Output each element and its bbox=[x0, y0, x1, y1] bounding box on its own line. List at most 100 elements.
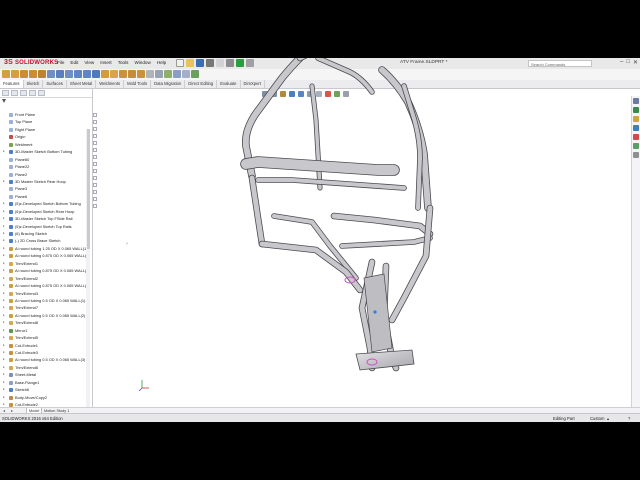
expand-arrow-icon[interactable]: ▸ bbox=[3, 208, 5, 215]
feature-tree-item[interactable]: ▸ 3D-Master Sketch Bottom Tubing bbox=[0, 148, 90, 155]
expand-arrow-icon[interactable]: ▸ bbox=[3, 386, 5, 393]
menu-file[interactable]: File bbox=[57, 60, 64, 65]
extruded-cut-icon[interactable] bbox=[47, 70, 55, 78]
cross-member-tube[interactable] bbox=[241, 157, 399, 175]
expand-arrow-icon[interactable]: ▸ bbox=[3, 319, 5, 326]
lofted-boss-icon[interactable] bbox=[29, 70, 37, 78]
expand-arrow-icon[interactable]: ▸ bbox=[3, 304, 5, 311]
feature-tree-item[interactable]: ▸ Al round tubing 0.875 OD X 0.065 WALL(1… bbox=[0, 267, 90, 274]
expand-arrow-icon[interactable]: ▸ bbox=[3, 230, 5, 237]
forum-icon[interactable] bbox=[633, 152, 639, 158]
top-rail-tube[interactable] bbox=[316, 58, 374, 94]
front-mounting-plate[interactable] bbox=[355, 349, 415, 371]
sketch-point-icon[interactable] bbox=[373, 310, 377, 314]
collapse-panel-icon[interactable]: › bbox=[126, 241, 128, 247]
feature-tree-item[interactable]: Weldment bbox=[0, 141, 90, 148]
tab-surfaces[interactable]: Surfaces bbox=[43, 80, 67, 88]
expand-arrow-icon[interactable]: ▸ bbox=[3, 245, 5, 252]
expand-arrow-icon[interactable]: ▸ bbox=[3, 282, 5, 289]
lower-left-tube[interactable] bbox=[249, 175, 265, 247]
expand-arrow-icon[interactable]: ▸ bbox=[3, 275, 5, 282]
feature-tree-item[interactable]: Front Plane bbox=[0, 111, 90, 118]
revolved-cut-icon[interactable] bbox=[65, 70, 73, 78]
expand-arrow-icon[interactable]: ▸ bbox=[3, 237, 5, 244]
expand-arrow-icon[interactable]: ▸ bbox=[3, 371, 5, 378]
solidworks-logo[interactable]: 3S SOLIDWORKS bbox=[4, 59, 58, 66]
expand-arrow-icon[interactable]: ▸ bbox=[3, 342, 5, 349]
feature-tree-item[interactable]: Plane2 bbox=[0, 171, 90, 178]
feature-tree-item[interactable]: ▸ 3D-Master Sketch Top FSide Rail bbox=[0, 215, 90, 222]
lofted-cut-icon[interactable] bbox=[83, 70, 91, 78]
swept-cut-icon[interactable] bbox=[74, 70, 82, 78]
expand-arrow-icon[interactable]: ▸ bbox=[3, 364, 5, 371]
units-dropdown-icon[interactable]: ▴ bbox=[607, 416, 609, 421]
feature-tree-item[interactable]: ▸ Sheet-Metal bbox=[0, 371, 90, 378]
expand-arrow-icon[interactable]: ▸ bbox=[3, 334, 5, 341]
expand-arrow-icon[interactable]: ▸ bbox=[3, 349, 5, 356]
solidworks-resources-icon[interactable] bbox=[633, 98, 639, 104]
display-manager-tab-icon[interactable] bbox=[38, 90, 45, 96]
feature-tree-item[interactable]: ▸ 3D Master Sketch Rear Hoop bbox=[0, 178, 90, 185]
feature-tree-item[interactable]: ▸ Trim/Extend7 bbox=[0, 304, 90, 311]
design-library-icon[interactable] bbox=[633, 107, 639, 113]
feature-tree-item[interactable]: ▸ Base-Flange1 bbox=[0, 379, 90, 386]
bracing-tube[interactable] bbox=[331, 213, 433, 237]
feature-tree-item[interactable]: ▸ Al round tubing 0.5 OD X 0.065 WALL(1) bbox=[0, 297, 90, 304]
feature-tree-item[interactable]: ▸ Trim/Extend1 bbox=[0, 260, 90, 267]
feature-tree-item[interactable]: Plane6 bbox=[0, 193, 90, 200]
expand-arrow-icon[interactable]: ▸ bbox=[3, 297, 5, 304]
feature-tree-item[interactable]: ▸ Mirror1 bbox=[0, 327, 90, 334]
file-explorer-icon[interactable] bbox=[633, 116, 639, 122]
expand-arrow-icon[interactable]: ▸ bbox=[3, 215, 5, 222]
tab-features[interactable]: Features bbox=[0, 80, 24, 88]
view-palette-icon[interactable] bbox=[633, 125, 639, 131]
expand-arrow-icon[interactable]: ▸ bbox=[3, 252, 5, 259]
feature-tree-item[interactable]: ▸ Sketch6 bbox=[0, 386, 90, 393]
expand-arrow-icon[interactable]: ▸ bbox=[3, 223, 5, 230]
feature-tree-item[interactable]: ▸ (5)z-Developed Sketch Top Rails bbox=[0, 223, 90, 230]
feature-tree-item[interactable]: ▸ (6)z-Developed Sketch Rear Hoop bbox=[0, 208, 90, 215]
feature-tree-item[interactable]: ▸ Trim/Extend5 bbox=[0, 334, 90, 341]
expand-arrow-icon[interactable]: ▸ bbox=[3, 148, 5, 155]
extruded-boss-icon[interactable] bbox=[2, 70, 10, 78]
feature-tree-item[interactable]: Plane22 bbox=[0, 163, 90, 170]
expand-arrow-icon[interactable]: ▸ bbox=[3, 178, 5, 185]
feature-tree-item[interactable]: Plane60 bbox=[0, 156, 90, 163]
feature-tree-item[interactable]: ▸ (6) Bracing Sketch bbox=[0, 230, 90, 237]
feature-tree-item[interactable]: ▸ Trim/Extend3 bbox=[0, 290, 90, 297]
expand-arrow-icon[interactable]: ▸ bbox=[3, 260, 5, 267]
appearances-icon[interactable] bbox=[633, 134, 639, 140]
expand-arrow-icon[interactable]: ▸ bbox=[3, 200, 5, 207]
feature-tree-item[interactable]: Origin bbox=[0, 133, 90, 140]
feature-tree-item[interactable]: ▸ Trim/Extend2 bbox=[0, 275, 90, 282]
feature-tree-item[interactable]: ▸ Trim/Extend8 bbox=[0, 319, 90, 326]
feature-tree-item[interactable]: Right Plane bbox=[0, 126, 90, 133]
revolved-boss-icon[interactable] bbox=[11, 70, 19, 78]
tree-scrollbar[interactable] bbox=[86, 129, 90, 411]
feature-tree-item[interactable]: ▸ (5)z-Developed Sketch Bottom Tubing bbox=[0, 200, 90, 207]
property-manager-tab-icon[interactable] bbox=[11, 90, 18, 96]
feature-tree-item[interactable]: ▸ Al round tubing 1.25 OD X 0.065 WALL(1) bbox=[0, 245, 90, 252]
scrollbar-thumb[interactable] bbox=[86, 129, 90, 249]
feature-tree-item[interactable]: ▸ Body-Move/Copy2 bbox=[0, 394, 90, 401]
menu-edit[interactable]: Edit bbox=[70, 60, 78, 65]
feature-tree-item[interactable]: ▸ Al round tubing 0.5 OD X 0.065 WALL(3) bbox=[0, 356, 90, 363]
expand-arrow-icon[interactable]: ▸ bbox=[3, 379, 5, 386]
expand-arrow-icon[interactable]: ▸ bbox=[3, 290, 5, 297]
feature-tree-item[interactable]: ▸ Al round tubing 0.875 OD X 0.065 WALL(2… bbox=[0, 282, 90, 289]
custom-properties-icon[interactable] bbox=[633, 143, 639, 149]
expand-arrow-icon[interactable]: ▸ bbox=[3, 394, 5, 401]
feature-tree-item[interactable]: Top Plane bbox=[0, 118, 90, 125]
feature-tree-item[interactable]: ▸ Trim/Extend6 bbox=[0, 364, 90, 371]
feature-manager-tab-icon[interactable] bbox=[2, 90, 9, 96]
expand-arrow-icon[interactable]: ▸ bbox=[3, 356, 5, 363]
expand-arrow-icon[interactable]: ▸ bbox=[3, 327, 5, 334]
status-units[interactable]: Custom bbox=[590, 416, 604, 421]
expand-arrow-icon[interactable]: ▸ bbox=[3, 312, 5, 319]
close-button[interactable]: ✕ bbox=[633, 59, 638, 66]
feature-tree-item[interactable]: ▸ Cut-Extrude3 bbox=[0, 349, 90, 356]
feature-tree-item[interactable]: ▸ Al round tubing 0.875 OD X 0.065 WALL(1… bbox=[0, 252, 90, 259]
expand-arrow-icon[interactable]: ▸ bbox=[3, 267, 5, 274]
feature-tree-item[interactable]: ▸ (-) 2D Cross Brace Sketch bbox=[0, 237, 90, 244]
graphics-area[interactable]: › bbox=[92, 58, 632, 403]
